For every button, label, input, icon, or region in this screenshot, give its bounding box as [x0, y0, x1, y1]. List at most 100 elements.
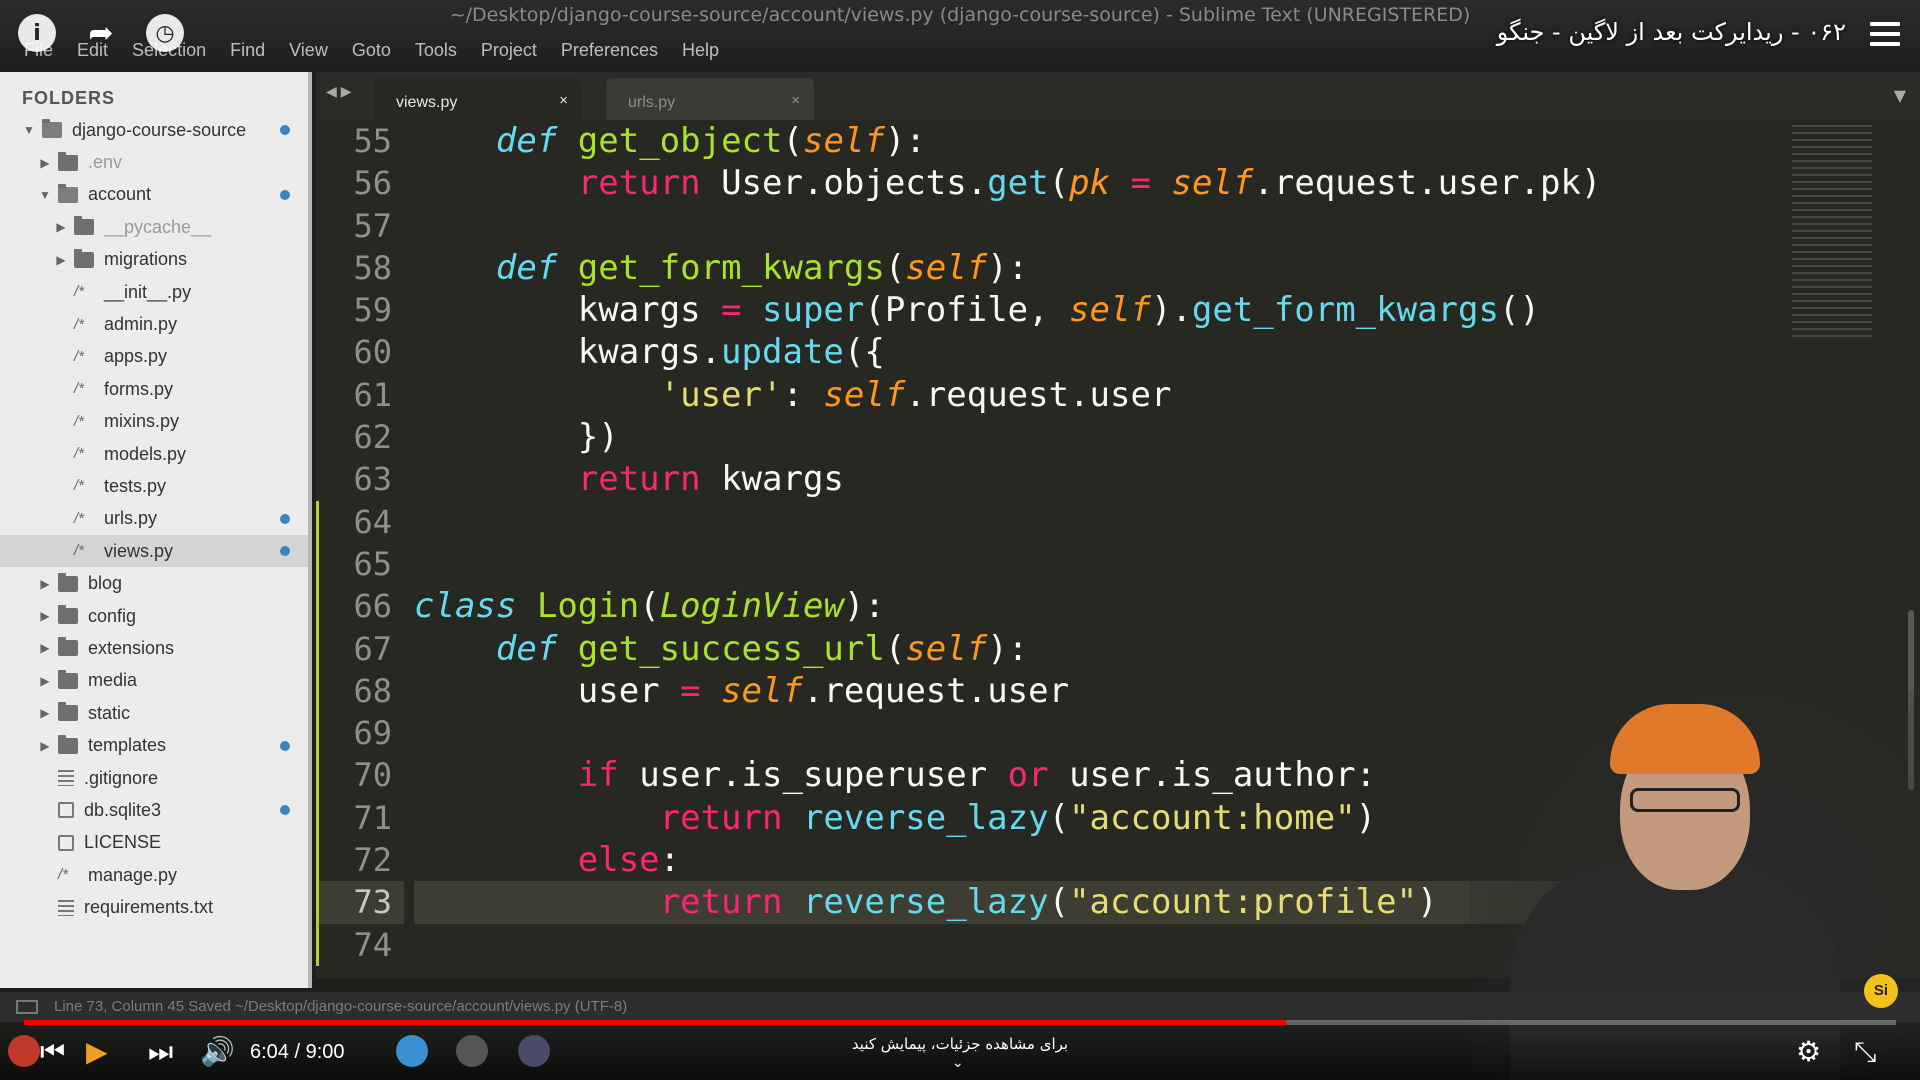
python-file-icon: /*	[74, 283, 85, 301]
chevron-right-icon[interactable]: ▶	[38, 739, 52, 753]
line-number-gutter: 55 56 57 58 59 60 61 62 63 64 65 66 67 68 69 70 71 72 73 74	[316, 120, 404, 978]
code-line[interactable]	[414, 543, 1764, 585]
chevron-down-icon[interactable]: ▼	[38, 188, 52, 202]
panel-toggle-icon[interactable]	[16, 1000, 38, 1014]
sidebar-item[interactable]: requirements.txt	[0, 891, 308, 923]
sidebar-item[interactable]: /* views.py	[0, 535, 308, 568]
tab-navigation-arrows-icon[interactable]: ◀▶	[326, 84, 356, 100]
tab-views-py[interactable]: views.py ×	[374, 78, 582, 120]
folder-icon	[58, 151, 78, 171]
sidebar-item[interactable]: ▶ extensions	[0, 632, 308, 664]
sidebar-item[interactable]: db.sqlite3	[0, 794, 308, 826]
video-title[interactable]: ۰۶۲ - ریدایرکت بعد از لاگین - جنگو	[1497, 18, 1846, 46]
playlist-icon[interactable]	[1870, 22, 1900, 50]
code-token: else	[577, 840, 660, 881]
code-token: .request.user	[802, 670, 1070, 711]
close-icon[interactable]: ×	[559, 92, 568, 109]
watch-later-icon[interactable]: ◷	[146, 14, 184, 52]
code-token: get_form_kwargs	[577, 247, 885, 288]
file-tree: ▼ django-course-source ▶ .env ▼ account ▶ __pyc…	[0, 114, 308, 924]
chevron-right-icon[interactable]: ▶	[54, 220, 68, 234]
code-token: =	[1130, 163, 1151, 204]
code-token: return	[659, 882, 783, 923]
minimap[interactable]	[1792, 120, 1872, 340]
code-line[interactable]: def get_form_kwargs(self):	[414, 247, 1764, 289]
channel-badge[interactable]: Si	[1864, 974, 1898, 1008]
code-line[interactable]: return User.objects.get(pk = self.reques…	[414, 162, 1764, 204]
chevron-right-icon[interactable]: ▶	[38, 674, 52, 688]
info-icon[interactable]: i	[18, 14, 56, 52]
sidebar-item[interactable]: /* urls.py	[0, 503, 308, 535]
settings-icon[interactable]: ⚙	[1796, 1037, 1821, 1067]
code-line[interactable]: def get_success_url(self):	[414, 628, 1764, 670]
sidebar-item[interactable]: ▶ blog	[0, 567, 308, 599]
chevron-right-icon[interactable]: ▶	[38, 641, 52, 655]
code-line[interactable]: kwargs = super(Profile, self).get_form_k…	[414, 289, 1764, 331]
scroll-for-details-hint[interactable]: برای مشاهده جزئیات، پیمایش کنید	[0, 1035, 1920, 1053]
line-number: 73	[316, 881, 404, 924]
code-line[interactable]: kwargs.update({	[414, 331, 1764, 373]
chevron-down-icon[interactable]: ⌄	[952, 1055, 964, 1071]
sidebar-item[interactable]: ▶ __pycache__	[0, 211, 308, 243]
menu-item-tools[interactable]: Tools	[403, 40, 469, 61]
sidebar-item[interactable]: LICENSE	[0, 827, 308, 859]
sidebar-item[interactable]: ▶ config	[0, 600, 308, 632]
sidebar-item[interactable]: /* tests.py	[0, 470, 308, 502]
sidebar-item[interactable]: /* admin.py	[0, 308, 308, 340]
code-line[interactable]: return kwargs	[414, 458, 1764, 500]
code-line[interactable]	[414, 205, 1764, 247]
menu-item-help[interactable]: Help	[670, 40, 731, 61]
sidebar-item[interactable]: ▶ migrations	[0, 244, 308, 276]
sidebar-item[interactable]: /* manage.py	[0, 859, 308, 891]
code-line[interactable]: class Login(LoginView):	[414, 585, 1764, 627]
sidebar-item[interactable]: /* models.py	[0, 438, 308, 470]
chevron-right-icon[interactable]: ▶	[38, 156, 52, 170]
code-token: self	[1069, 290, 1151, 331]
menu-item-find[interactable]: Find	[218, 40, 277, 61]
code-token: ):	[987, 247, 1029, 288]
menu-item-preferences[interactable]: Preferences	[549, 40, 670, 61]
chevron-right-icon[interactable]: ▶	[38, 577, 52, 591]
code-token: return	[577, 459, 701, 500]
line-number: 66	[353, 587, 392, 626]
sidebar-item[interactable]: ▶ media	[0, 665, 308, 697]
code-line[interactable]: def get_object(self):	[414, 120, 1764, 162]
menu-item-goto[interactable]: Goto	[340, 40, 403, 61]
sidebar-item[interactable]: /* forms.py	[0, 373, 308, 405]
share-icon[interactable]: ➦	[82, 14, 120, 52]
modified-dot-icon	[280, 125, 290, 136]
sidebar-item[interactable]: ▶ static	[0, 697, 308, 729]
sidebar-item-label: models.py	[104, 443, 187, 464]
menu-item-project[interactable]: Project	[469, 40, 549, 61]
sidebar-item[interactable]: ▼ account	[0, 179, 308, 211]
tab-urls-py[interactable]: urls.py ×	[606, 78, 814, 120]
python-file-icon: /*	[74, 380, 85, 398]
sidebar-item[interactable]: ▼ django-course-source	[0, 114, 308, 146]
code-token: )	[1417, 882, 1438, 923]
code-line[interactable]	[414, 501, 1764, 543]
close-icon[interactable]: ×	[791, 92, 800, 109]
menu-item-view[interactable]: View	[277, 40, 340, 61]
chevron-right-icon[interactable]: ▶	[54, 253, 68, 267]
tab-dropdown-icon[interactable]: ▼	[1894, 86, 1906, 105]
exit-fullscreen-icon[interactable]: ⤡	[1854, 1037, 1876, 1067]
sidebar-item[interactable]: /* mixins.py	[0, 406, 308, 438]
sidebar-item[interactable]: .gitignore	[0, 762, 308, 794]
file-icon	[58, 802, 74, 819]
folder-icon	[58, 637, 78, 657]
sidebar-item[interactable]: ▶ templates	[0, 729, 308, 761]
code-line[interactable]: })	[414, 416, 1764, 458]
sidebar-item[interactable]: /* apps.py	[0, 341, 308, 373]
sidebar-item[interactable]: ▶ .env	[0, 146, 308, 178]
chevron-right-icon[interactable]: ▶	[38, 706, 52, 720]
sidebar-item-label: admin.py	[104, 314, 178, 335]
sidebar-item[interactable]: /* __init__.py	[0, 276, 308, 308]
code-token: .request.user	[905, 374, 1172, 415]
chevron-right-icon[interactable]: ▶	[38, 609, 52, 623]
code-line[interactable]: 'user': self.request.user	[414, 374, 1764, 416]
code-token: kwargs.	[414, 332, 722, 373]
chevron-down-icon[interactable]: ▼	[22, 123, 36, 137]
python-file-icon: /*	[74, 347, 85, 365]
